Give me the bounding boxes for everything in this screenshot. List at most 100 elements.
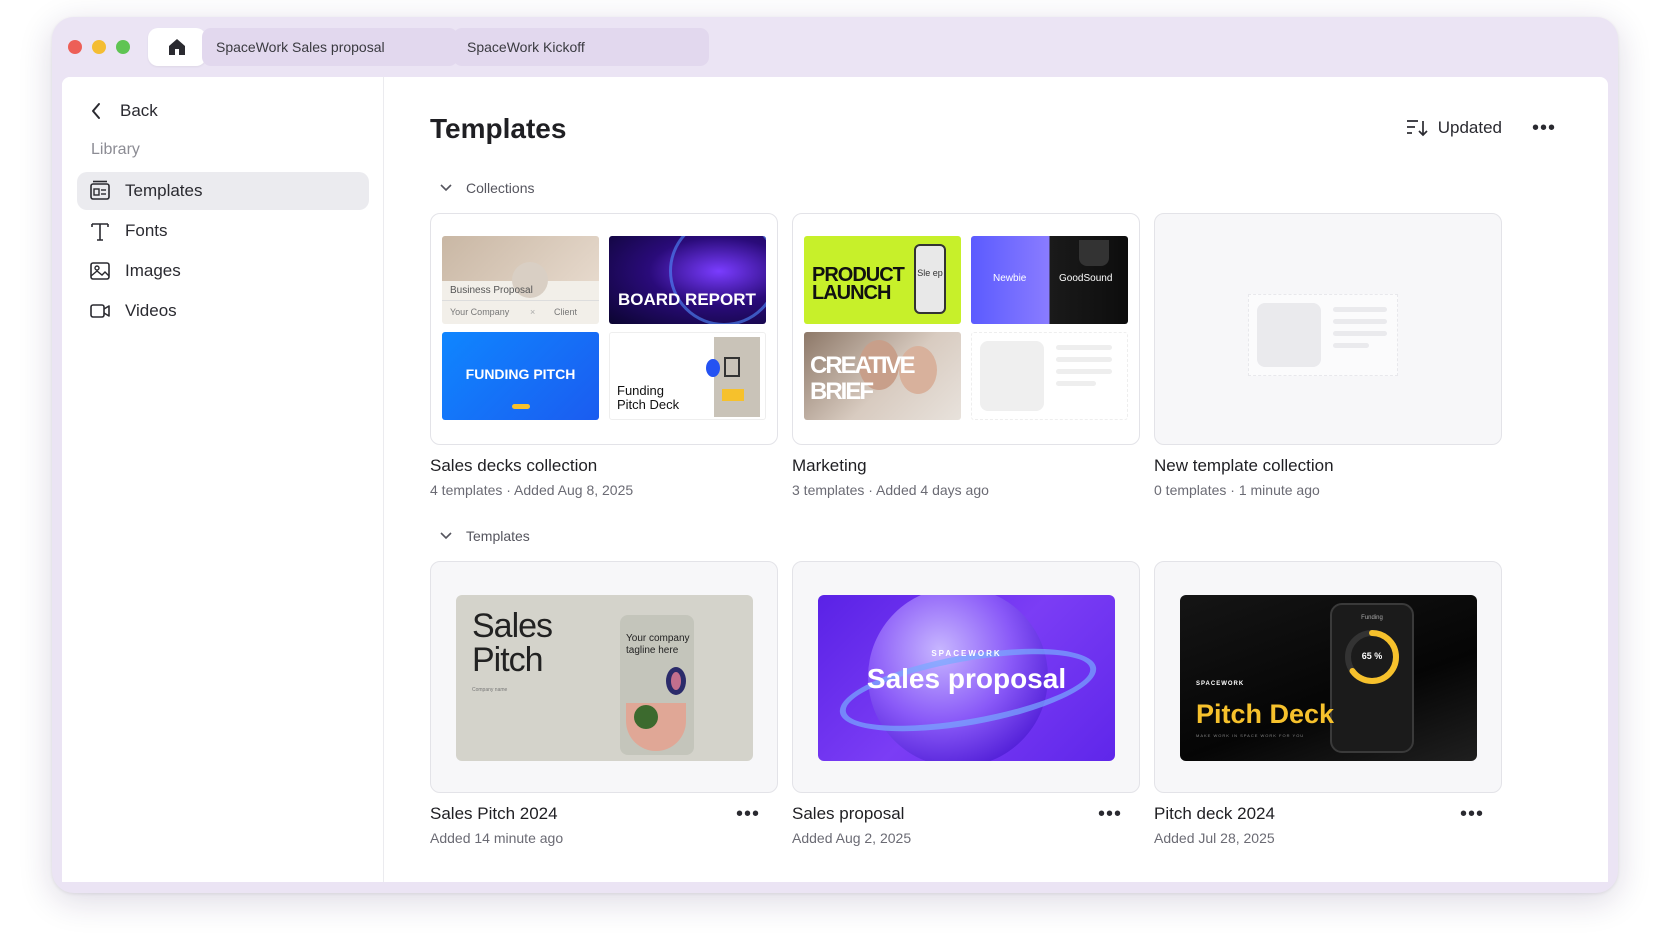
empty-collection-placeholder	[1248, 294, 1398, 376]
sidebar-item-label: Templates	[125, 181, 203, 200]
thumb-board-report: BOARD REPORT	[609, 236, 766, 324]
template-title[interactable]: Sales proposal	[792, 804, 904, 824]
thumb-newbie: Newbie GoodSound	[971, 236, 1128, 324]
thumb-text: BOARD REPORT	[618, 290, 756, 309]
thumb-text: Funding	[1361, 615, 1383, 621]
thumb-text: Business Proposal	[450, 285, 533, 296]
sidebar-item-images[interactable]: Images	[77, 252, 369, 290]
collection-title[interactable]: New template collection	[1154, 456, 1334, 476]
collections-toggle[interactable]: Collections	[440, 180, 534, 196]
sort-icon	[1406, 120, 1428, 137]
added-date: Added 4 days ago	[876, 482, 989, 498]
font-icon	[89, 220, 111, 242]
sidebar-item-templates[interactable]: Templates	[77, 172, 369, 210]
more-icon: •••	[1098, 803, 1123, 825]
title-bar: SpaceWork Sales proposal SpaceWork Kicko…	[52, 17, 1618, 77]
thumb-text: Pitch Deck	[617, 397, 680, 412]
thumb-text: Pitch Deck	[1196, 699, 1335, 729]
thumb-text: Newbie	[993, 273, 1027, 284]
sidebar-item-fonts[interactable]: Fonts	[77, 212, 369, 250]
close-window-button[interactable]	[68, 40, 82, 54]
thumb-text: LAUNCH	[812, 282, 891, 304]
sidebar-item-label: Images	[125, 261, 181, 280]
thumb-creative-brief: CREATIVE BRIEF	[804, 332, 961, 420]
template-added: Added Jul 28, 2025	[1154, 830, 1275, 846]
tab-kickoff[interactable]: SpaceWork Kickoff	[453, 28, 709, 66]
templates-toggle[interactable]: Templates	[440, 528, 530, 544]
tab-sales-proposal[interactable]: SpaceWork Sales proposal	[202, 28, 458, 66]
collection-card-marketing[interactable]: PRODUCT LAUNCH Sle ep Newbie GoodSound C…	[792, 213, 1140, 445]
meta-separator: ·	[864, 482, 877, 498]
thumb-text: MAKE WORK IN SPACE WORK FOR YOU	[1196, 733, 1305, 738]
more-options-button[interactable]: •••	[1532, 117, 1556, 140]
template-count: 4 templates	[430, 482, 503, 498]
home-button[interactable]	[148, 28, 206, 66]
templates-heading: Templates	[466, 528, 530, 544]
thumb-text: Company name	[472, 687, 508, 693]
template-added: Added Aug 2, 2025	[792, 830, 912, 846]
chevron-down-icon	[440, 184, 452, 192]
templates-icon	[89, 180, 111, 202]
collection-title[interactable]: Marketing	[792, 456, 867, 476]
collection-title[interactable]: Sales decks collection	[430, 456, 597, 476]
back-button[interactable]: Back	[90, 96, 158, 126]
content-area: Back Library Templates Fonts Images Vide…	[62, 77, 1608, 882]
added-date: Added Aug 8, 2025	[514, 482, 634, 498]
thumb-text: Sle ep	[917, 268, 943, 278]
sidebar: Back Library Templates Fonts Images Vide…	[62, 77, 384, 882]
template-more-button[interactable]: •••	[1460, 803, 1484, 826]
more-icon: •••	[1460, 803, 1485, 825]
thumb-text: Your Company	[450, 307, 510, 317]
template-more-button[interactable]: •••	[1098, 803, 1122, 826]
home-icon	[169, 39, 185, 55]
thumb-text: Funding	[617, 383, 664, 398]
template-card-sales-proposal[interactable]: SPACEWORK Sales proposal	[792, 561, 1140, 793]
sort-label: Updated	[1437, 118, 1502, 137]
meta-separator: ·	[1226, 482, 1239, 498]
template-count: 0 templates	[1154, 482, 1227, 498]
collections-heading: Collections	[466, 180, 535, 196]
thumb-text: ×	[530, 307, 536, 317]
library-section-label: Library	[91, 141, 140, 158]
chevron-down-icon	[440, 532, 452, 540]
collection-meta: 3 templates · Added 4 days ago	[792, 482, 989, 498]
thumb-business-proposal: Business Proposal Your Company × Client	[442, 236, 599, 324]
main-panel: Templates Updated ••• Collections Busine…	[384, 77, 1608, 882]
template-card-sales-pitch[interactable]: Sales Pitch Company name Your company ta…	[430, 561, 778, 793]
thumb-text: GoodSound	[1059, 273, 1113, 284]
app-window: SpaceWork Sales proposal SpaceWork Kicko…	[52, 17, 1618, 893]
collection-meta: 0 templates · 1 minute ago	[1154, 482, 1320, 498]
sort-button[interactable]: Updated	[1406, 118, 1502, 138]
thumb-funding-pitch: FUNDING PITCH	[442, 332, 599, 420]
thumb-pitch-deck: Funding 65 % SPACEWORK Pitch Deck MAKE W…	[1180, 595, 1477, 761]
template-title[interactable]: Pitch deck 2024	[1154, 804, 1275, 824]
template-added: Added 14 minute ago	[430, 830, 564, 846]
thumb-text: Your company tagline here	[626, 633, 690, 656]
thumb-brand: SPACEWORK	[1196, 681, 1245, 687]
template-title[interactable]: Sales Pitch 2024	[430, 804, 558, 824]
chevron-left-icon	[92, 103, 100, 119]
thumb-text: BRIEF	[810, 378, 874, 405]
image-icon	[89, 260, 111, 282]
template-count: 3 templates	[792, 482, 865, 498]
template-card-pitch-deck[interactable]: Funding 65 % SPACEWORK Pitch Deck MAKE W…	[1154, 561, 1502, 793]
thumb-text: Client	[554, 307, 578, 317]
more-icon: •••	[1531, 117, 1556, 139]
collection-meta: 4 templates · Added Aug 8, 2025	[430, 482, 633, 498]
thumb-funding-pitch-deck: Funding Pitch Deck	[609, 332, 766, 420]
maximize-window-button[interactable]	[116, 40, 130, 54]
collection-card-sales-decks[interactable]: Business Proposal Your Company × Client …	[430, 213, 778, 445]
page-title: Templates	[430, 113, 567, 144]
template-more-button[interactable]: •••	[736, 803, 760, 826]
thumb-text: Sales proposal	[866, 663, 1067, 694]
back-label: Back	[120, 101, 158, 120]
thumb-text: FUNDING PITCH	[465, 366, 576, 382]
thumb-text: 65 %	[1361, 651, 1383, 661]
thumb-text: Pitch	[472, 641, 544, 679]
added-date: 1 minute ago	[1238, 482, 1320, 498]
minimize-window-button[interactable]	[92, 40, 106, 54]
sidebar-item-videos[interactable]: Videos	[77, 292, 369, 330]
thumb-product-launch: PRODUCT LAUNCH Sle ep	[804, 236, 961, 324]
thumb-sales-pitch: Sales Pitch Company name Your company ta…	[456, 595, 753, 761]
collection-card-new[interactable]	[1154, 213, 1502, 445]
